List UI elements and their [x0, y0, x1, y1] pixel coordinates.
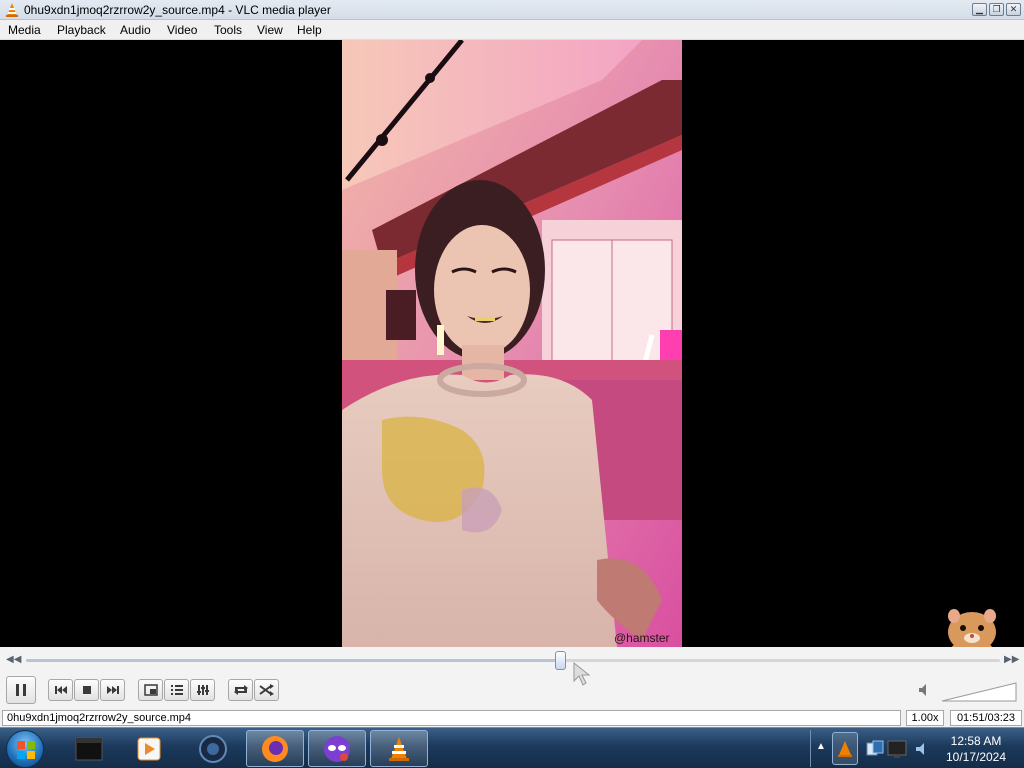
pause-button[interactable] — [6, 676, 36, 704]
menu-help[interactable]: Help — [297, 23, 322, 37]
menu-playback[interactable]: Playback — [57, 23, 106, 37]
tray-network-icon[interactable] — [866, 740, 884, 758]
video-area[interactable]: @hamster — [0, 40, 1024, 647]
shuffle-button[interactable] — [254, 679, 279, 701]
next-button[interactable] — [100, 679, 125, 701]
stop-icon — [82, 686, 91, 694]
tray-vlc[interactable] — [832, 732, 858, 765]
vlc-cone-icon — [6, 3, 18, 17]
next-icon — [106, 686, 119, 694]
title-bar: 0hu9xdn1jmoq2rzrrow2y_source.mp4 - VLC m… — [0, 0, 1024, 20]
playlist-icon — [170, 685, 183, 695]
taskbar-privacy-app[interactable] — [308, 730, 366, 767]
tray-speaker-icon[interactable] — [914, 740, 932, 758]
mouse-cursor-icon — [573, 661, 591, 686]
stop-button[interactable] — [74, 679, 99, 701]
clock-time: 12:58 AM — [950, 734, 1002, 748]
seek-bar-played — [26, 659, 560, 662]
close-button[interactable]: ✕ — [1006, 3, 1021, 16]
playlist-button[interactable] — [164, 679, 189, 701]
status-filename: 0hu9xdn1jmoq2rzrrow2y_source.mp4 — [2, 710, 901, 726]
playback-speed[interactable]: 1.00x — [906, 710, 944, 726]
seek-handle[interactable] — [554, 651, 566, 670]
show-hidden-icons-icon[interactable]: ▲ — [816, 741, 826, 752]
loop-icon — [233, 685, 248, 695]
menu-bar: Media Playback Audio Video Tools View He… — [0, 20, 1024, 40]
taskbar-firefox[interactable] — [246, 730, 304, 767]
minimize-icon: ▁ — [976, 4, 983, 14]
extended-settings-button[interactable] — [190, 679, 215, 701]
start-button[interactable] — [6, 730, 44, 768]
window-title: 0hu9xdn1jmoq2rzrrow2y_source.mp4 - VLC m… — [24, 3, 331, 17]
tray-monitor-icon[interactable] — [886, 738, 908, 760]
menu-media[interactable]: Media — [8, 23, 41, 37]
seek-forward-icon[interactable]: ▶▶ — [1004, 654, 1019, 665]
tray-vlc-icon — [838, 741, 852, 757]
fullscreen-icon — [143, 684, 158, 696]
restore-icon: ❐ — [992, 4, 1001, 14]
video-scene: @hamster — [342, 40, 682, 647]
taskbar-media-player[interactable] — [120, 730, 178, 767]
volume-icon[interactable] — [918, 683, 934, 697]
windows-logo-icon — [17, 741, 35, 759]
video-frame[interactable]: @hamster — [342, 40, 682, 647]
vlc-icon — [389, 736, 409, 761]
pause-icon — [16, 684, 26, 696]
loop-button[interactable] — [228, 679, 253, 701]
shuffle-icon — [258, 684, 274, 696]
firefox-icon — [262, 735, 288, 762]
minimize-button[interactable]: ▁ — [972, 3, 987, 16]
status-bar: 0hu9xdn1jmoq2rzrrow2y_source.mp4 1.00x 0… — [0, 709, 1024, 727]
seek-backward-icon[interactable]: ◀◀ — [6, 654, 21, 665]
previous-icon — [54, 686, 67, 694]
taskbar-vlc[interactable] — [370, 730, 428, 767]
extended-settings-icon — [196, 685, 209, 695]
hamster-sticker — [948, 609, 996, 647]
menu-tools[interactable]: Tools — [214, 23, 242, 37]
menu-video[interactable]: Video — [167, 23, 197, 37]
previous-button[interactable] — [48, 679, 73, 701]
close-icon: ✕ — [1009, 4, 1018, 14]
seek-bar[interactable] — [26, 659, 1000, 662]
tray-separator — [810, 730, 811, 767]
media-player-icon — [137, 737, 161, 760]
menu-view[interactable]: View — [257, 23, 283, 37]
taskbar: ▲ 12:58 AM 10/17/2024 — [0, 727, 1024, 768]
globe-app-icon — [199, 734, 227, 763]
terminal-icon — [75, 737, 103, 760]
control-panel: ◀◀ ▶▶ — [0, 647, 1024, 709]
menu-audio[interactable]: Audio — [120, 23, 151, 37]
clock-date: 10/17/2024 — [945, 750, 1007, 764]
fullscreen-button[interactable] — [138, 679, 163, 701]
taskbar-clock[interactable]: 12:58 AM 10/17/2024 — [940, 733, 1012, 765]
time-display[interactable]: 01:51/03:23 — [950, 710, 1022, 726]
taskbar-terminal[interactable] — [60, 730, 118, 767]
privacy-app-icon — [324, 735, 350, 762]
video-watermark: @hamster — [614, 631, 670, 645]
restore-button[interactable]: ❐ — [989, 3, 1004, 16]
volume-slider[interactable] — [940, 681, 1018, 703]
taskbar-globe-app[interactable] — [184, 730, 242, 767]
